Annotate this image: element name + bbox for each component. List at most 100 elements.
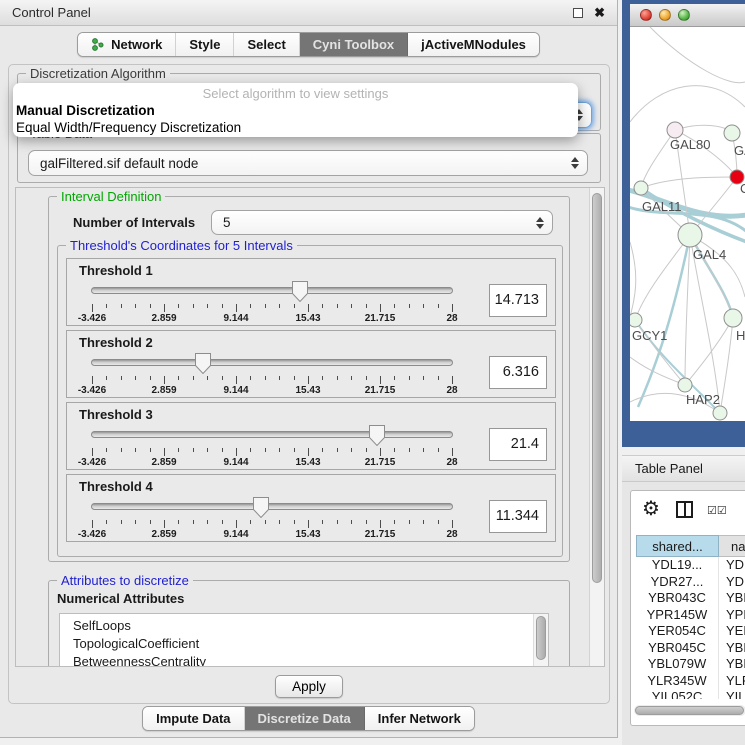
threshold-panel-3: Threshold 3-3.4262.8599.14415.4321.71528… [66,402,556,470]
slider-track[interactable] [91,503,453,510]
table-row[interactable]: YDR27...YDR2 [636,574,745,591]
tab-label: Discretize Data [258,711,351,726]
tick-mark [409,376,410,380]
network-canvas[interactable]: GAL80GACGAL11GAL4GCY1HHAP2 [630,27,745,421]
slider-track[interactable] [91,287,453,294]
tab-cyni-toolbox[interactable]: Cyni Toolbox [300,33,408,56]
threshold-slider[interactable]: -3.4262.8599.14415.4321.71528 [91,279,453,325]
threshold-value-field[interactable]: 21.4 [489,428,547,461]
table-row[interactable]: YBR045CYBR0 [636,640,745,657]
table-row[interactable]: YBL079WYBL0 [636,656,745,673]
select-columns-icon[interactable]: ☑☑ [707,504,727,517]
tick-mark [308,520,309,528]
number-of-intervals-combobox[interactable]: 5 [211,210,553,235]
tab-style[interactable]: Style [176,33,234,56]
network-node[interactable] [634,181,648,195]
columns-icon[interactable] [676,501,693,518]
tick-mark [322,304,323,308]
table-row[interactable]: YPR145WYPR1 [636,607,745,624]
tick-mark [322,376,323,380]
attributes-group: Attributes to discretize Numerical Attri… [48,580,570,667]
tick-mark [222,376,223,380]
threshold-slider[interactable]: -3.4262.8599.14415.4321.71528 [91,351,453,397]
gear-icon[interactable]: ⚙ [642,497,660,521]
slider-handle-icon[interactable] [369,425,385,446]
list-scrollbar[interactable] [533,614,548,667]
group-title-discretization-algorithm: Discretization Algorithm [26,66,170,81]
table-row[interactable]: YBR043CYBR0 [636,590,745,607]
table-cell-shared-name: YER054C [636,623,719,640]
slider-track[interactable] [91,431,453,438]
numerical-attributes-list[interactable]: SelfLoopsTopologicalCoefficientBetweenne… [59,613,549,667]
network-window-titlebar [630,4,745,27]
slider-handle-icon[interactable] [253,497,269,518]
tick-mark [164,448,165,456]
tick-label: 2.859 [151,313,176,324]
column-header-name[interactable]: na [719,535,745,557]
threshold-value-field[interactable]: 6.316 [489,356,547,389]
float-window-icon[interactable] [573,8,583,18]
tab-infer-network[interactable]: Infer Network [365,707,474,730]
network-node[interactable] [630,313,642,327]
table-row[interactable]: YDL19...YDL1 [636,557,745,574]
tab-select[interactable]: Select [234,33,299,56]
slider-ticks [92,304,452,313]
table-cell-name: YBR0 [719,590,745,607]
slider-handle-icon[interactable] [195,353,211,374]
network-node-label: GCY1 [632,328,667,343]
slider-ticks [92,520,452,529]
tick-mark [423,520,424,524]
threshold-slider[interactable]: -3.4262.8599.14415.4321.71528 [91,495,453,541]
tab-discretize-data[interactable]: Discretize Data [245,707,365,730]
minimize-traffic-light-icon[interactable] [659,9,671,21]
network-view-window: GAL80GACGAL11GAL4GCY1HHAP2 [622,0,745,447]
table-cell-shared-name: YDL19... [636,557,719,574]
tab-label: Cyni Toolbox [313,37,394,52]
threshold-slider[interactable]: -3.4262.8599.14415.4321.71528 [91,423,453,469]
tick-mark [250,448,251,452]
list-scrollbar-thumb[interactable] [536,616,546,660]
network-node[interactable] [667,122,683,138]
table-row[interactable]: YLR345WYLR3 [636,673,745,690]
tick-mark [351,520,352,524]
network-node[interactable] [678,223,702,247]
slider-handle-icon[interactable] [292,281,308,302]
close-traffic-light-icon[interactable] [640,9,652,21]
table-row[interactable]: YIL052CYIL0 [636,689,745,699]
tick-mark [106,304,107,308]
apply-button[interactable]: Apply [275,675,343,698]
tab-impute-data[interactable]: Impute Data [143,707,244,730]
close-icon[interactable]: ✖ [594,5,605,21]
dropdown-option-equal-width-frequency[interactable]: Equal Width/Frequency Discretization [13,119,578,136]
tick-mark [294,304,295,308]
threshold-value-field[interactable]: 14.713 [489,284,547,317]
table-hscrollbar-thumb[interactable] [635,706,744,715]
settings-scrollbar[interactable] [589,188,604,666]
table-hscrollbar[interactable] [634,705,745,716]
settings-scrollbar-thumb[interactable] [592,193,602,583]
network-node[interactable] [678,378,692,392]
tick-mark [337,520,338,524]
list-item[interactable]: TopologicalCoefficient [73,635,548,653]
tick-label: 28 [446,385,457,396]
tab-jactivemnodules[interactable]: jActiveMNodules [408,33,539,56]
tick-label: 28 [446,313,457,324]
column-header-shared-name[interactable]: shared... [636,535,719,557]
network-node[interactable] [724,125,740,141]
network-node[interactable] [724,309,742,327]
table-row[interactable]: YER054CYER0 [636,623,745,640]
tick-mark [423,376,424,380]
tick-mark [250,376,251,380]
tab-network[interactable]: Network [78,33,176,56]
network-node[interactable] [713,406,727,420]
tick-mark [380,376,381,384]
threshold-value-field[interactable]: 11.344 [489,500,547,533]
list-item[interactable]: SelfLoops [73,617,548,635]
table-data-combobox[interactable]: galFiltered.sif default node [28,150,588,176]
list-item[interactable]: BetweennessCentrality [73,653,548,667]
table-header-row: shared... na [636,535,745,557]
threshold-label: Threshold 2 [79,335,153,350]
dropdown-option-manual-discretization[interactable]: Manual Discretization [13,102,578,119]
zoom-traffic-light-icon[interactable] [678,9,690,21]
slider-track[interactable] [91,359,453,366]
